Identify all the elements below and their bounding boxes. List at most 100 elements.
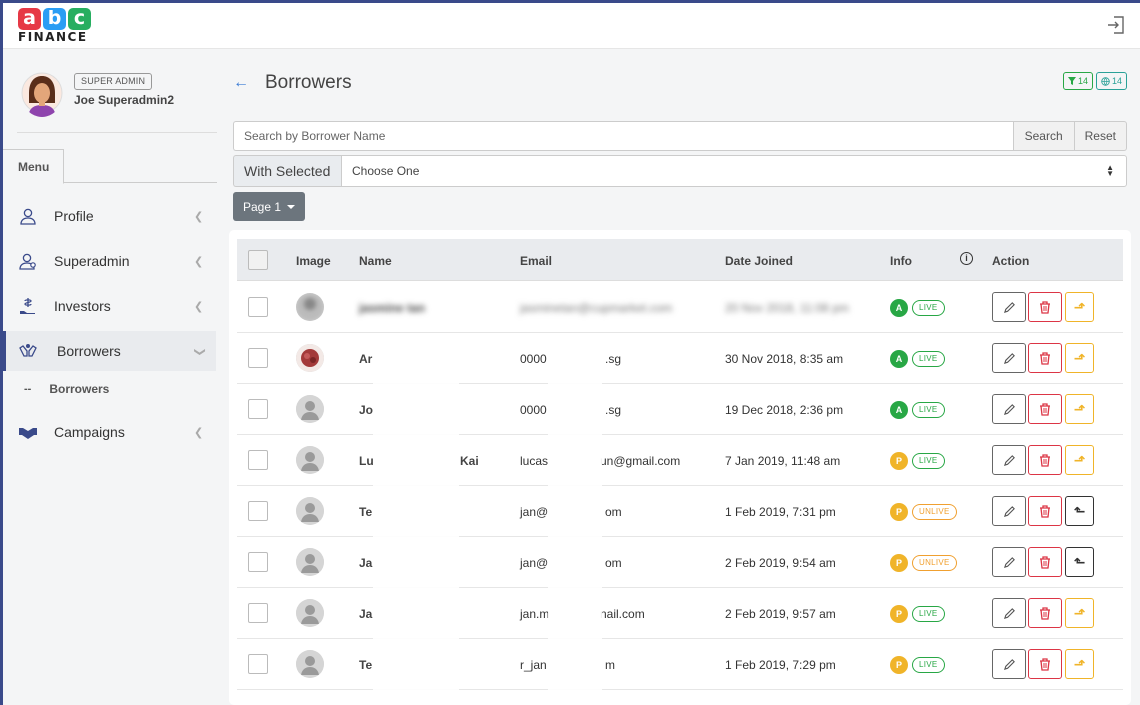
sidebar-item-campaigns[interactable]: Campaigns ❮ [3, 412, 216, 452]
avatar[interactable] [21, 69, 63, 117]
sidebar: SUPER ADMIN Joe Superadmin2 Menu Profile… [3, 49, 217, 705]
borrower-email: jan@ om [520, 505, 622, 519]
caret-down-icon [287, 204, 296, 209]
edit-button[interactable] [992, 343, 1026, 373]
borrower-email: jasminetan@cupmarket.com [520, 301, 672, 315]
unpublish-button[interactable]: ⬏ [1065, 292, 1094, 322]
tier-badge: A [890, 350, 908, 368]
row-checkbox[interactable] [248, 348, 268, 368]
borrowers-table-card: Image Name Email Date Joined Info i Acti… [229, 230, 1131, 705]
logout-icon[interactable] [1106, 15, 1126, 35]
pencil-icon [1003, 556, 1016, 569]
borrower-email-suffix: om [605, 505, 622, 519]
delete-button[interactable] [1028, 649, 1062, 679]
back-arrow-icon[interactable]: ← [233, 74, 249, 92]
default-avatar-icon [296, 650, 324, 678]
unpublish-button[interactable]: ⬏ [1065, 649, 1094, 679]
borrower-name[interactable]: Ja [359, 607, 372, 621]
default-avatar-icon [296, 548, 324, 576]
publish-button[interactable]: ⬑ [1065, 547, 1094, 577]
borrower-email-text: 0000 [520, 352, 547, 366]
bulk-action-select[interactable]: Choose One ▲ ▼ [341, 155, 1127, 187]
table-row[interactable]: Ja jan.m nail.com 2 Feb 2019, 9:57 am P LIVE ⬏ [237, 588, 1123, 639]
sidebar-item-investors[interactable]: Investors ❮ [3, 286, 216, 326]
delete-button[interactable] [1028, 547, 1062, 577]
sidebar-item-borrowers[interactable]: Borrowers ❮ [3, 331, 216, 371]
sidebar-item-profile[interactable]: Profile ❮ [3, 196, 216, 236]
table-row[interactable]: Lu Kai lucas un@gmail.com 7 Jan 2019, 11:48 … [237, 435, 1123, 486]
edit-button[interactable] [992, 394, 1026, 424]
unpublish-button[interactable]: ⬏ [1065, 598, 1094, 628]
table-row[interactable]: jasmine tan jasminetan@cupmarket.com 20 No… [237, 282, 1123, 333]
unpublish-button[interactable]: ⬏ [1065, 343, 1094, 373]
status-badge: LIVE [912, 606, 945, 622]
chevron-left-icon: ❮ [194, 300, 204, 313]
select-all-checkbox[interactable] [248, 250, 268, 270]
status-badge: LIVE [912, 402, 945, 418]
edit-button[interactable] [992, 649, 1026, 679]
column-header-date-joined[interactable]: Date Joined [725, 254, 793, 268]
delete-button[interactable] [1028, 394, 1062, 424]
table-row[interactable]: Jo 0000 .sg 19 Dec 2018, 2:36 pm A LIVE ⬏ [237, 384, 1123, 435]
row-checkbox[interactable] [248, 654, 268, 674]
borrower-email-suffix: om [605, 556, 622, 570]
date-joined: 1 Feb 2019, 7:31 pm [725, 505, 836, 519]
row-checkbox[interactable] [248, 603, 268, 623]
subnav-item-borrowers[interactable]: -- Borrowers [3, 379, 216, 399]
borrower-email-text: jasminetan@cupmarket.com [520, 301, 673, 315]
unpublish-button[interactable]: ⬏ [1065, 445, 1094, 475]
delete-button[interactable] [1028, 292, 1062, 322]
row-checkbox[interactable] [248, 399, 268, 419]
row-checkbox[interactable] [248, 297, 268, 317]
delete-button[interactable] [1028, 445, 1062, 475]
search-input[interactable] [233, 121, 1013, 151]
borrower-name[interactable]: Te [359, 658, 372, 672]
chevron-left-icon: ❮ [194, 210, 204, 223]
column-header-name[interactable]: Name [359, 254, 392, 268]
sidebar-item-label: Borrowers [57, 343, 121, 359]
table-row[interactable]: Ar 0000 .sg 30 Nov 2018, 8:35 am A LIVE ⬏ [237, 333, 1123, 384]
column-header-email[interactable]: Email [520, 254, 552, 268]
page-dropdown-button[interactable]: Page 1 [233, 192, 305, 221]
reset-button[interactable]: Reset [1074, 121, 1127, 151]
row-checkbox[interactable] [248, 450, 268, 470]
arrow-up-icon: ⬑ [1073, 553, 1086, 570]
edit-button[interactable] [992, 598, 1026, 628]
table-row[interactable]: Te jan@ om 1 Feb 2019, 7:31 pm P UNLIVE ⬑ [237, 486, 1123, 537]
edit-button[interactable] [992, 547, 1026, 577]
borrower-name[interactable]: Ar [359, 352, 372, 366]
total-count-badge[interactable]: 14 [1095, 72, 1127, 90]
row-checkbox[interactable] [248, 552, 268, 572]
unpublish-button[interactable]: ⬏ [1065, 394, 1094, 424]
delete-button[interactable] [1028, 496, 1062, 526]
edit-button[interactable] [992, 496, 1026, 526]
default-avatar-icon [296, 446, 324, 474]
edit-button[interactable] [992, 445, 1026, 475]
sidebar-item-label: Superadmin [54, 253, 130, 269]
table-row[interactable]: Te r_jan m 1 Feb 2019, 7:29 pm P LIVE ⬏ [237, 639, 1123, 690]
borrower-name[interactable]: Jo [359, 403, 373, 417]
borrower-name[interactable]: Te [359, 505, 372, 519]
top-header: a b c FINANCE [3, 3, 1140, 49]
filter-count-badge[interactable]: 14 [1062, 72, 1093, 90]
borrower-name[interactable]: jasmine tan [359, 301, 425, 315]
borrower-email-text: jan@ [520, 556, 549, 570]
borrower-name[interactable]: Ja [359, 556, 372, 570]
trash-icon [1039, 300, 1051, 314]
tier-badge: P [890, 452, 908, 470]
search-button[interactable]: Search [1012, 121, 1075, 151]
edit-button[interactable] [992, 292, 1026, 322]
info-icon[interactable]: i [960, 252, 973, 265]
delete-button[interactable] [1028, 343, 1062, 373]
row-checkbox[interactable] [248, 501, 268, 521]
borrower-name[interactable]: Lu Kai [359, 454, 479, 468]
trash-icon [1039, 351, 1051, 365]
delete-button[interactable] [1028, 598, 1062, 628]
column-header-image: Image [296, 254, 331, 268]
tab-menu[interactable]: Menu [3, 149, 64, 184]
pencil-icon [1003, 352, 1016, 365]
brand-logo[interactable]: a b c FINANCE [18, 8, 91, 44]
table-row[interactable]: Ja jan@ om 2 Feb 2019, 9:54 am P UNLIVE ⬑ [237, 537, 1123, 588]
sidebar-item-superadmin[interactable]: Superadmin ❮ [3, 241, 216, 281]
publish-button[interactable]: ⬑ [1065, 496, 1094, 526]
